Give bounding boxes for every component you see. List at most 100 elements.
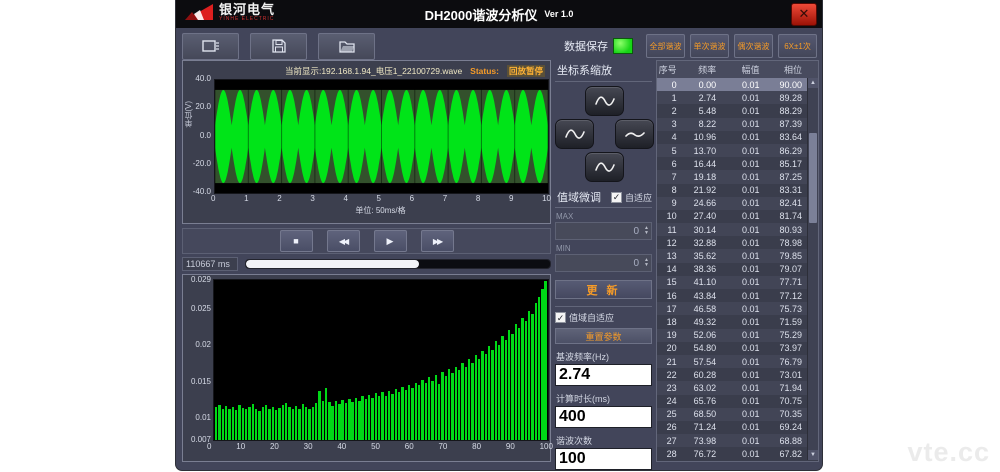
- table-row[interactable]: 12.740.0189.28: [657, 91, 808, 104]
- table-cell: 73.98: [683, 436, 722, 446]
- table-row[interactable]: 924.660.0182.41: [657, 197, 808, 210]
- col-header-frequency: 频率: [683, 63, 722, 76]
- table-row[interactable]: 616.440.0185.17: [657, 157, 808, 170]
- stop-button[interactable]: ■: [280, 230, 313, 252]
- table-row[interactable]: 1130.140.0180.93: [657, 223, 808, 236]
- table-row[interactable]: 1849.320.0171.59: [657, 315, 808, 328]
- table-cell: 12: [657, 238, 683, 248]
- zoom-left-button[interactable]: [555, 119, 594, 149]
- zoom-up-button[interactable]: [585, 86, 624, 116]
- table-cell: 0.01: [722, 343, 765, 353]
- status-label: Status:: [470, 66, 499, 76]
- spectrum-bar: [478, 359, 480, 440]
- table-cell: 21: [657, 357, 683, 367]
- spectrum-bar: [541, 289, 543, 440]
- spectrum-bar: [262, 407, 264, 440]
- spectrum-bar: [465, 367, 467, 440]
- playback-progress-slider[interactable]: [245, 259, 551, 269]
- table-row[interactable]: 1643.840.0177.12: [657, 289, 808, 302]
- table-row[interactable]: 1027.400.0181.74: [657, 210, 808, 223]
- table-row[interactable]: 821.920.0183.31: [657, 184, 808, 197]
- range-adaptive-checkbox[interactable]: ✓ 值域自适应: [555, 311, 652, 324]
- spinner-arrows[interactable]: ▲ ▼: [642, 258, 651, 268]
- table-row[interactable]: 1952.060.0175.29: [657, 329, 808, 342]
- scrollbar-thumb[interactable]: [809, 133, 817, 223]
- table-row[interactable]: 2260.280.0173.01: [657, 368, 808, 381]
- table-row[interactable]: 2054.800.0173.97: [657, 342, 808, 355]
- spectrum-bar: [371, 398, 373, 440]
- tick-label: 0.0: [200, 131, 211, 140]
- spectrum-bar: [248, 407, 250, 440]
- spectrum-bar: [351, 402, 353, 440]
- zoom-right-button[interactable]: [615, 119, 654, 149]
- logo-subtitle: YINHE ELECTRIC: [219, 16, 275, 22]
- fast-forward-button[interactable]: ▶▶: [421, 230, 454, 252]
- harmonic-filter-button-3[interactable]: 6X±1次: [778, 34, 817, 58]
- table-row[interactable]: 719.180.0187.25: [657, 170, 808, 183]
- waveform-panel: 当前显示:192.168.1.94_电压1_22100729.wave Stat…: [182, 60, 551, 224]
- table-row[interactable]: 1746.580.0175.73: [657, 302, 808, 315]
- update-button[interactable]: 更 新: [555, 280, 652, 299]
- calc-duration-input[interactable]: [555, 406, 652, 428]
- rewind-icon: ◀◀: [339, 237, 347, 246]
- min-label: MIN: [556, 244, 652, 253]
- table-row[interactable]: 1541.100.0177.71: [657, 276, 808, 289]
- table-scrollbar[interactable]: ▲ ▼: [807, 78, 818, 460]
- min-spinner[interactable]: 0 ▲ ▼: [555, 254, 652, 272]
- table-row[interactable]: 2363.020.0171.94: [657, 381, 808, 394]
- harmonic-filter-button-2[interactable]: 偶次谐波: [734, 34, 773, 58]
- table-row[interactable]: 410.960.0183.64: [657, 131, 808, 144]
- table-row[interactable]: 2773.980.0168.88: [657, 434, 808, 447]
- table-cell: 14: [657, 264, 683, 274]
- scroll-down-icon[interactable]: ▼: [808, 450, 818, 460]
- tick-label: 5: [377, 194, 381, 203]
- table-cell: 86.29: [766, 146, 808, 156]
- zoom-down-button[interactable]: [585, 152, 624, 182]
- spinner-down-icon[interactable]: ▼: [644, 231, 649, 236]
- rewind-button[interactable]: ◀◀: [327, 230, 360, 252]
- display-mode-button[interactable]: [182, 33, 239, 60]
- table-row[interactable]: 2157.540.0176.79: [657, 355, 808, 368]
- waveform-x-axis-label: 单位: 50ms/格: [214, 205, 547, 216]
- fundamental-freq-input[interactable]: [555, 364, 652, 386]
- open-file-button[interactable]: [318, 33, 375, 60]
- spectrum-bar: [528, 311, 530, 440]
- table-cell: 0.01: [722, 225, 765, 235]
- table-row[interactable]: 1335.620.0179.85: [657, 249, 808, 262]
- table-row[interactable]: 2465.760.0170.75: [657, 395, 808, 408]
- adaptive-checkbox[interactable]: ✓ 自适应: [611, 191, 652, 204]
- table-row[interactable]: 513.700.0186.29: [657, 144, 808, 157]
- play-button[interactable]: ▶: [374, 230, 407, 252]
- table-row[interactable]: 2671.240.0169.24: [657, 421, 808, 434]
- tick-label: 20.0: [195, 102, 211, 111]
- spectrum-bar: [235, 410, 237, 440]
- spinner-arrows[interactable]: ▲ ▼: [642, 226, 651, 236]
- spinner-down-icon[interactable]: ▼: [644, 263, 649, 268]
- spectrum-bar: [468, 359, 470, 440]
- spectrum-bars: [214, 280, 548, 440]
- table-cell: 76.72: [683, 449, 722, 459]
- tick-label: 1: [244, 194, 248, 203]
- table-row[interactable]: 25.480.0188.29: [657, 104, 808, 117]
- reset-params-button[interactable]: 重置参数: [555, 328, 652, 344]
- close-button[interactable]: ✕: [791, 3, 817, 26]
- table-row[interactable]: 2568.500.0170.35: [657, 408, 808, 421]
- table-row[interactable]: 1438.360.0179.07: [657, 263, 808, 276]
- harmonic-filter-button-0[interactable]: 全部谐波: [646, 34, 685, 58]
- table-row[interactable]: 38.220.0187.39: [657, 118, 808, 131]
- axis-zoom-pad: [555, 86, 652, 182]
- max-spinner[interactable]: 0 ▲ ▼: [555, 222, 652, 240]
- table-cell: 25: [657, 409, 683, 419]
- save-button[interactable]: [250, 33, 307, 60]
- table-cell: 0.01: [722, 146, 765, 156]
- spectrum-bar: [265, 405, 267, 440]
- table-row[interactable]: 1232.880.0178.98: [657, 236, 808, 249]
- harmonic-count-input[interactable]: [555, 448, 652, 470]
- harmonic-filter-button-1[interactable]: 单次谐波: [690, 34, 729, 58]
- tick-label: 0: [207, 442, 211, 451]
- scroll-up-icon[interactable]: ▲: [808, 78, 818, 88]
- table-cell: 0.01: [722, 264, 765, 274]
- table-row[interactable]: 00.000.0190.00: [657, 78, 808, 91]
- spectrum-bar: [335, 401, 337, 440]
- table-row[interactable]: 2876.720.0167.82: [657, 447, 808, 460]
